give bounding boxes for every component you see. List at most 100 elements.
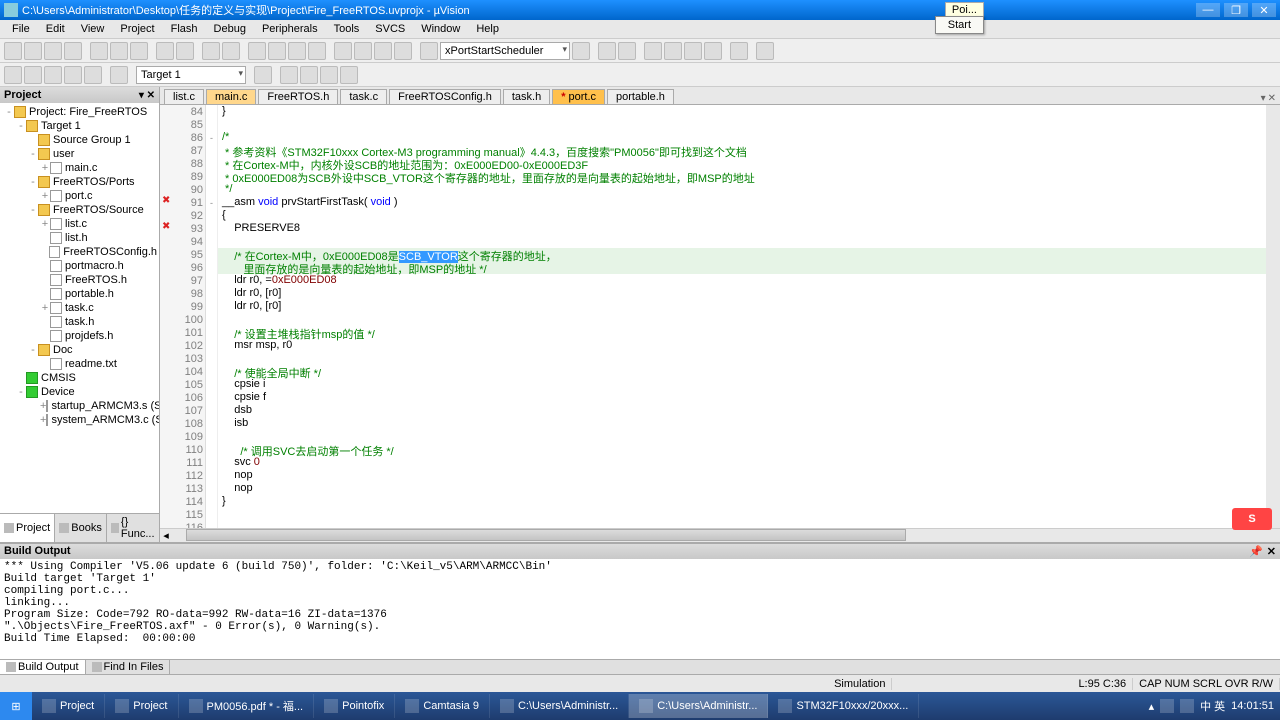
bookmark-clear-button[interactable] bbox=[308, 42, 326, 60]
menu-edit[interactable]: Edit bbox=[38, 21, 73, 37]
outdent-button[interactable] bbox=[354, 42, 372, 60]
options-button[interactable] bbox=[254, 66, 272, 84]
sidebar-tab[interactable]: Books bbox=[55, 514, 107, 542]
find-combo[interactable]: xPortStartScheduler bbox=[440, 42, 570, 60]
config-wizard-button[interactable] bbox=[756, 42, 774, 60]
sidebar-tab[interactable]: Project bbox=[0, 514, 55, 542]
maximize-button[interactable]: ❐ bbox=[1224, 3, 1248, 17]
file-tab[interactable]: portable.h bbox=[607, 89, 674, 104]
file-tab[interactable]: main.c bbox=[206, 89, 256, 104]
tree-item[interactable]: -Device bbox=[2, 385, 157, 399]
vertical-scrollbar[interactable] bbox=[1266, 105, 1280, 528]
tray-up-icon[interactable]: ▴ bbox=[1149, 700, 1155, 713]
indent-button[interactable] bbox=[334, 42, 352, 60]
tree-item[interactable]: portable.h bbox=[2, 287, 157, 301]
new-button[interactable] bbox=[4, 42, 22, 60]
menu-help[interactable]: Help bbox=[468, 21, 507, 37]
file-tab[interactable]: task.h bbox=[503, 89, 550, 104]
tree-item[interactable]: -FreeRTOS/Ports bbox=[2, 175, 157, 189]
line-number-margin[interactable]: 8485868788899091929394959697989910010110… bbox=[160, 105, 206, 528]
file-tab[interactable]: *port.c bbox=[552, 89, 605, 104]
build-close-button[interactable]: ✕ bbox=[1267, 545, 1276, 558]
rebuild-button[interactable] bbox=[44, 66, 62, 84]
tray-icon[interactable] bbox=[1160, 699, 1174, 713]
horizontal-scrollbar[interactable]: ◂ bbox=[160, 528, 1280, 542]
tools-button[interactable] bbox=[704, 42, 722, 60]
menu-svcs[interactable]: SVCS bbox=[367, 21, 413, 37]
taskbar-item[interactable]: Project bbox=[105, 694, 178, 718]
tree-item[interactable]: -Doc bbox=[2, 343, 157, 357]
pack-installer-button[interactable] bbox=[340, 66, 358, 84]
tree-item[interactable]: Source Group 1 bbox=[2, 133, 157, 147]
find-button[interactable] bbox=[420, 42, 438, 60]
cut-button[interactable] bbox=[90, 42, 108, 60]
find-go-button[interactable] bbox=[572, 42, 590, 60]
menu-project[interactable]: Project bbox=[112, 21, 162, 37]
redo-button[interactable] bbox=[176, 42, 194, 60]
build-tab[interactable]: Build Output bbox=[0, 660, 86, 674]
bookmark-prev-button[interactable] bbox=[268, 42, 286, 60]
uncomment-button[interactable] bbox=[394, 42, 412, 60]
paste-button[interactable] bbox=[130, 42, 148, 60]
minimize-button[interactable]: — bbox=[1196, 3, 1220, 17]
sidebar-tab[interactable]: {} Func... bbox=[107, 514, 162, 542]
tree-item[interactable]: projdefs.h bbox=[2, 329, 157, 343]
menu-file[interactable]: File bbox=[4, 21, 38, 37]
save-button[interactable] bbox=[44, 42, 62, 60]
build-pin-icon[interactable]: 📌 bbox=[1249, 545, 1263, 558]
tab-dropdown-icon[interactable]: ▾ bbox=[1261, 93, 1266, 104]
batch-build-button[interactable] bbox=[64, 66, 82, 84]
tree-item[interactable]: +system_ARMCM3.c (Startup) bbox=[2, 413, 157, 427]
taskbar-item[interactable]: STM32F10xxx/20xxx... bbox=[768, 694, 919, 718]
pointofix-start-button[interactable]: Start bbox=[935, 16, 984, 34]
menu-tools[interactable]: Tools bbox=[326, 21, 368, 37]
tree-item[interactable]: list.h bbox=[2, 231, 157, 245]
taskbar-item[interactable]: PM0056.pdf * - 福... bbox=[179, 694, 315, 718]
saveall-button[interactable] bbox=[64, 42, 82, 60]
file-tab[interactable]: FreeRTOS.h bbox=[258, 89, 338, 104]
taskbar-item[interactable]: C:\Users\Administr... bbox=[629, 694, 768, 718]
tree-item[interactable]: task.h bbox=[2, 315, 157, 329]
file-tab[interactable]: task.c bbox=[340, 89, 387, 104]
taskbar-item[interactable]: Pointofix bbox=[314, 694, 395, 718]
manage-rte-button[interactable] bbox=[300, 66, 318, 84]
build-button[interactable] bbox=[24, 66, 42, 84]
tree-item[interactable]: portmacro.h bbox=[2, 259, 157, 273]
debug-config-button[interactable] bbox=[618, 42, 636, 60]
ime-indicator[interactable]: 中 英 bbox=[1200, 698, 1225, 714]
select-packs-button[interactable] bbox=[320, 66, 338, 84]
file-tab[interactable]: list.c bbox=[164, 89, 204, 104]
taskbar-item[interactable]: Project bbox=[32, 694, 105, 718]
play-macro-button[interactable] bbox=[684, 42, 702, 60]
window-split-button[interactable] bbox=[730, 42, 748, 60]
file-tab[interactable]: FreeRTOSConfig.h bbox=[389, 89, 501, 104]
code-lines[interactable]: }/* * 参考资料《STM32F10xxx Cortex-M3 program… bbox=[218, 105, 1266, 528]
bookmark-button[interactable] bbox=[248, 42, 266, 60]
comment-button[interactable] bbox=[374, 42, 392, 60]
menu-debug[interactable]: Debug bbox=[206, 21, 254, 37]
project-tree[interactable]: -Project: Fire_FreeRTOS-Target 1Source G… bbox=[0, 103, 159, 513]
tree-item[interactable]: readme.txt bbox=[2, 357, 157, 371]
menu-view[interactable]: View bbox=[73, 21, 113, 37]
target-combo[interactable]: Target 1 bbox=[136, 66, 246, 84]
nav-fwd-button[interactable] bbox=[222, 42, 240, 60]
tab-close-icon[interactable]: ✕ bbox=[1268, 93, 1276, 104]
translate-button[interactable] bbox=[4, 66, 22, 84]
tree-item[interactable]: -Project: Fire_FreeRTOS bbox=[2, 105, 157, 119]
start-button[interactable]: ⊞ bbox=[0, 692, 32, 720]
menu-window[interactable]: Window bbox=[413, 21, 468, 37]
tray-icon[interactable] bbox=[1180, 699, 1194, 713]
tree-item[interactable]: +main.c bbox=[2, 161, 157, 175]
stop-macro-button[interactable] bbox=[664, 42, 682, 60]
incsearch-button[interactable] bbox=[598, 42, 616, 60]
taskbar-item[interactable]: Camtasia 9 bbox=[395, 694, 490, 718]
tree-item[interactable]: +list.c bbox=[2, 217, 157, 231]
clock[interactable]: 14:01:51 bbox=[1231, 700, 1274, 712]
tree-item[interactable]: FreeRTOS.h bbox=[2, 273, 157, 287]
download-button[interactable] bbox=[110, 66, 128, 84]
taskbar-item[interactable]: C:\Users\Administr... bbox=[490, 694, 629, 718]
system-tray[interactable]: ▴ 中 英 14:01:51 bbox=[1143, 698, 1280, 714]
menu-flash[interactable]: Flash bbox=[163, 21, 206, 37]
tree-item[interactable]: +startup_ARMCM3.s (Startup) bbox=[2, 399, 157, 413]
close-button[interactable]: ✕ bbox=[1252, 3, 1276, 17]
